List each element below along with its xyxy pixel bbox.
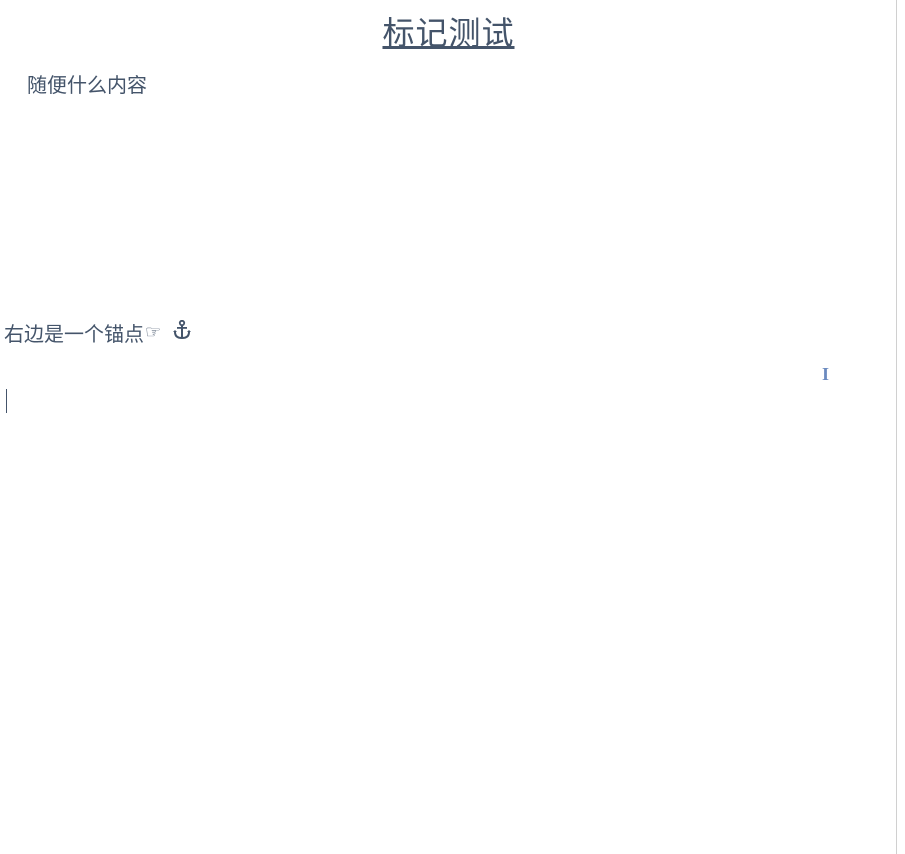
body-paragraph-1[interactable]: 随便什么内容: [27, 69, 147, 98]
anchor-line[interactable]: 右边是一个锚点 ☞: [4, 318, 191, 347]
document-page[interactable]: 标记测试 随便什么内容 右边是一个锚点 ☞ I: [0, 0, 897, 854]
anchor-icon[interactable]: [173, 320, 191, 346]
pointing-hand-icon: ☞: [145, 322, 161, 343]
anchor-text[interactable]: 右边是一个锚点: [4, 318, 144, 347]
ibeam-cursor-icon: I: [822, 364, 829, 385]
text-caret: [6, 389, 7, 413]
page-title[interactable]: 标记测试: [0, 8, 897, 54]
